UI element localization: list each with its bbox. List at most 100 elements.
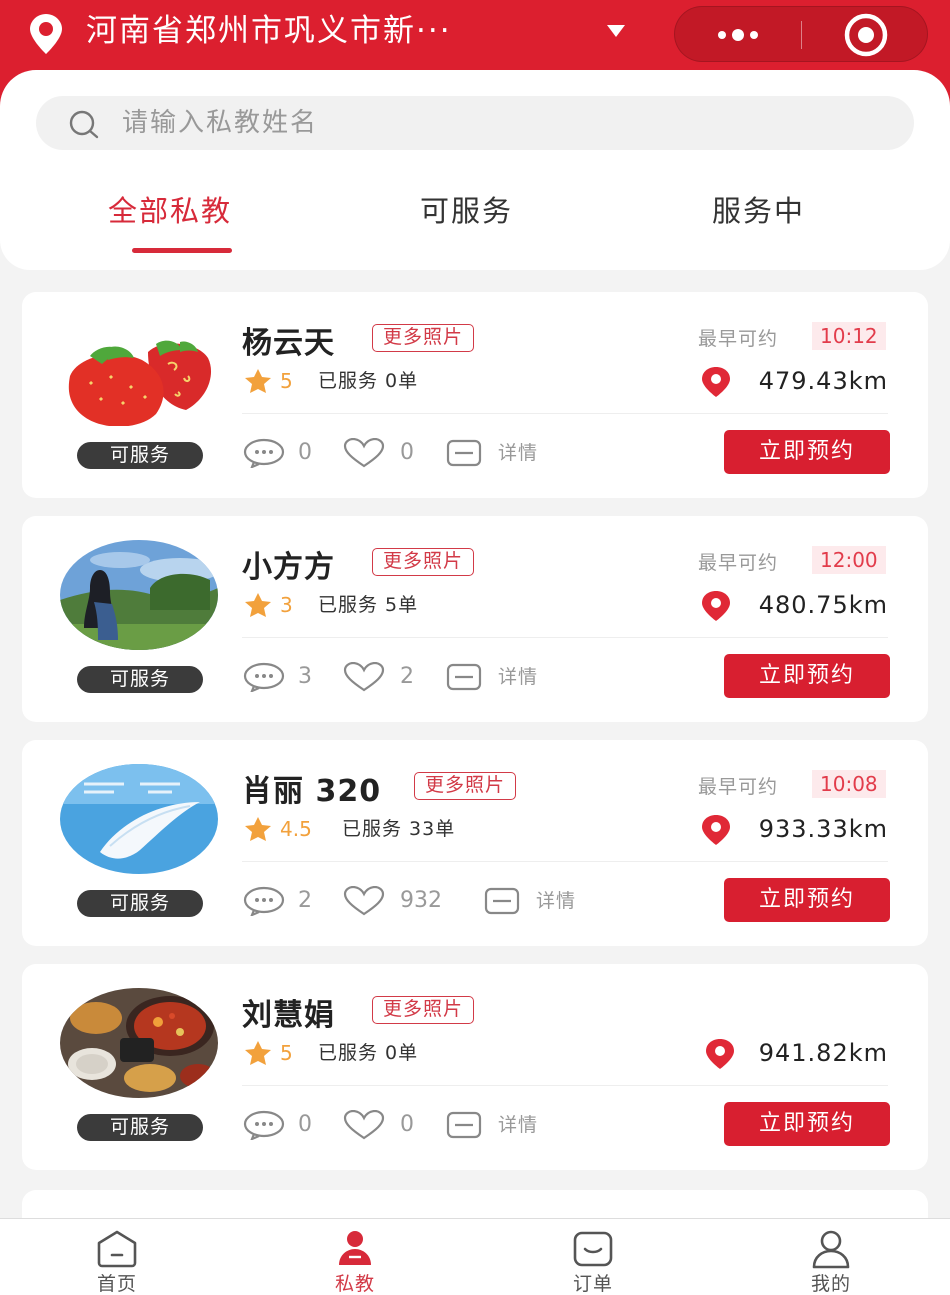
location-pin-icon (702, 367, 730, 397)
location-pin-icon[interactable] (24, 12, 68, 56)
heart-icon[interactable] (342, 886, 386, 916)
detail-link[interactable]: 详情 (498, 1110, 538, 1140)
comment-icon[interactable] (242, 886, 286, 916)
bottom-tab-bar: 首页 私教 订单 我的 (0, 1218, 950, 1295)
status-badge: 可服务 (77, 890, 203, 917)
coach-name: 小方方 (242, 550, 335, 585)
coach-icon (339, 1231, 371, 1265)
search-box[interactable] (36, 96, 914, 150)
location-pin-icon (702, 815, 730, 845)
star-icon (245, 1041, 271, 1065)
profile-icon (812, 1230, 850, 1269)
card-divider (242, 861, 888, 862)
status-badge: 可服务 (77, 442, 203, 469)
served-count: 已服务 33单 (342, 818, 456, 840)
coach-name: 刘慧娟 (242, 998, 335, 1033)
star-icon (245, 593, 271, 617)
earliest-label: 最早可约 (698, 776, 779, 798)
location-text[interactable]: 河南省郑州市巩义市新··· (86, 8, 452, 54)
served-count: 已服务 0单 (318, 1042, 419, 1064)
like-count: 0 (400, 440, 414, 465)
coach-name: 杨云天 (242, 326, 335, 361)
comment-count: 0 (298, 440, 312, 465)
earliest-time: 12:00 (812, 546, 886, 574)
rating-value: 4.5 (280, 817, 312, 841)
tabbar-item-home[interactable]: 首页 (57, 1219, 177, 1295)
detail-link[interactable]: 详情 (536, 886, 576, 916)
order-icon (573, 1231, 613, 1267)
earliest-label: 最早可约 (698, 328, 779, 350)
distance: 479.43km (758, 367, 888, 395)
detail-link[interactable]: 详情 (498, 438, 538, 468)
tabbar-label: 首页 (96, 1273, 137, 1295)
coach-avatar[interactable] (60, 540, 218, 650)
home-icon (97, 1230, 137, 1268)
tabbar-label: 我的 (810, 1273, 851, 1295)
more-dots-icon[interactable] (675, 7, 801, 63)
card-divider (242, 1085, 888, 1086)
status-badge: 可服务 (77, 666, 203, 693)
book-now-button[interactable]: 立即预约 (724, 430, 890, 474)
tabbar-item-orders[interactable]: 订单 (533, 1219, 653, 1295)
tabbar-label: 订单 (572, 1273, 613, 1295)
location-pin-icon (702, 591, 730, 621)
distance: 941.82km (758, 1039, 888, 1067)
mini-program-capsule (674, 6, 928, 62)
active-tab-indicator (132, 248, 232, 253)
detail-icon[interactable] (442, 662, 486, 692)
heart-icon[interactable] (342, 438, 386, 468)
comment-icon[interactable] (242, 438, 286, 468)
detail-link[interactable]: 详情 (498, 662, 538, 692)
comment-count: 2 (298, 888, 312, 913)
more-photos-button[interactable]: 更多照片 (372, 548, 475, 576)
status-badge: 可服务 (77, 1114, 203, 1141)
search-input[interactable] (122, 96, 882, 150)
coach-card[interactable]: 可服务 杨云天 更多照片 5 已服务 0单 最早可约 10:12 479.43k… (22, 292, 928, 498)
coach-avatar[interactable] (60, 988, 218, 1098)
card-divider (242, 637, 888, 638)
like-count: 2 (400, 664, 414, 689)
heart-icon[interactable] (342, 1110, 386, 1140)
tabbar-item-coach[interactable]: 私教 (295, 1219, 415, 1295)
coach-avatar[interactable] (60, 316, 218, 426)
book-now-button[interactable]: 立即预约 (724, 1102, 890, 1146)
earliest-label: 最早可约 (698, 552, 779, 574)
star-icon (245, 369, 271, 393)
rating-value: 5 (280, 369, 293, 393)
card-divider (242, 413, 888, 414)
distance: 933.33km (758, 815, 888, 843)
coach-card[interactable]: 可服务 肖丽 320 更多照片 4.5 已服务 33单 最早可约 10:08 9… (22, 740, 928, 946)
distance: 480.75km (758, 591, 888, 619)
coach-avatar[interactable] (60, 764, 218, 874)
tab-all-coaches[interactable]: 全部私教 (108, 188, 232, 230)
like-count: 932 (400, 888, 442, 913)
tab-available[interactable]: 可服务 (420, 188, 513, 230)
served-count: 已服务 0单 (318, 370, 419, 392)
book-now-button[interactable]: 立即预约 (724, 654, 890, 698)
rating-value: 5 (280, 1041, 293, 1065)
detail-icon[interactable] (442, 1110, 486, 1140)
star-icon (245, 817, 271, 841)
heart-icon[interactable] (342, 662, 386, 692)
comment-icon[interactable] (242, 662, 286, 692)
more-photos-button[interactable]: 更多照片 (414, 772, 517, 800)
detail-icon[interactable] (442, 438, 486, 468)
like-count: 0 (400, 1112, 414, 1137)
comment-count: 3 (298, 664, 312, 689)
tabbar-item-profile[interactable]: 我的 (771, 1219, 891, 1295)
earliest-time: 10:12 (812, 322, 886, 350)
tab-in-service[interactable]: 服务中 (712, 188, 805, 230)
more-photos-button[interactable]: 更多照片 (372, 996, 475, 1024)
coach-card[interactable]: 可服务 小方方 更多照片 3 已服务 5单 最早可约 12:00 480.75k… (22, 516, 928, 722)
location-pin-icon (706, 1039, 734, 1069)
detail-icon[interactable] (480, 886, 524, 916)
more-photos-button[interactable]: 更多照片 (372, 324, 475, 352)
rating-value: 3 (280, 593, 293, 617)
tabbar-label: 私教 (334, 1273, 375, 1295)
earliest-time: 10:08 (812, 770, 886, 798)
book-now-button[interactable]: 立即预约 (724, 878, 890, 922)
comment-icon[interactable] (242, 1110, 286, 1140)
target-icon[interactable] (802, 7, 929, 63)
triangle-down-icon[interactable] (606, 24, 626, 38)
coach-card[interactable]: 可服务 刘慧娟 更多照片 5 已服务 0单 941.82km 0 0 详情 立即… (22, 964, 928, 1170)
